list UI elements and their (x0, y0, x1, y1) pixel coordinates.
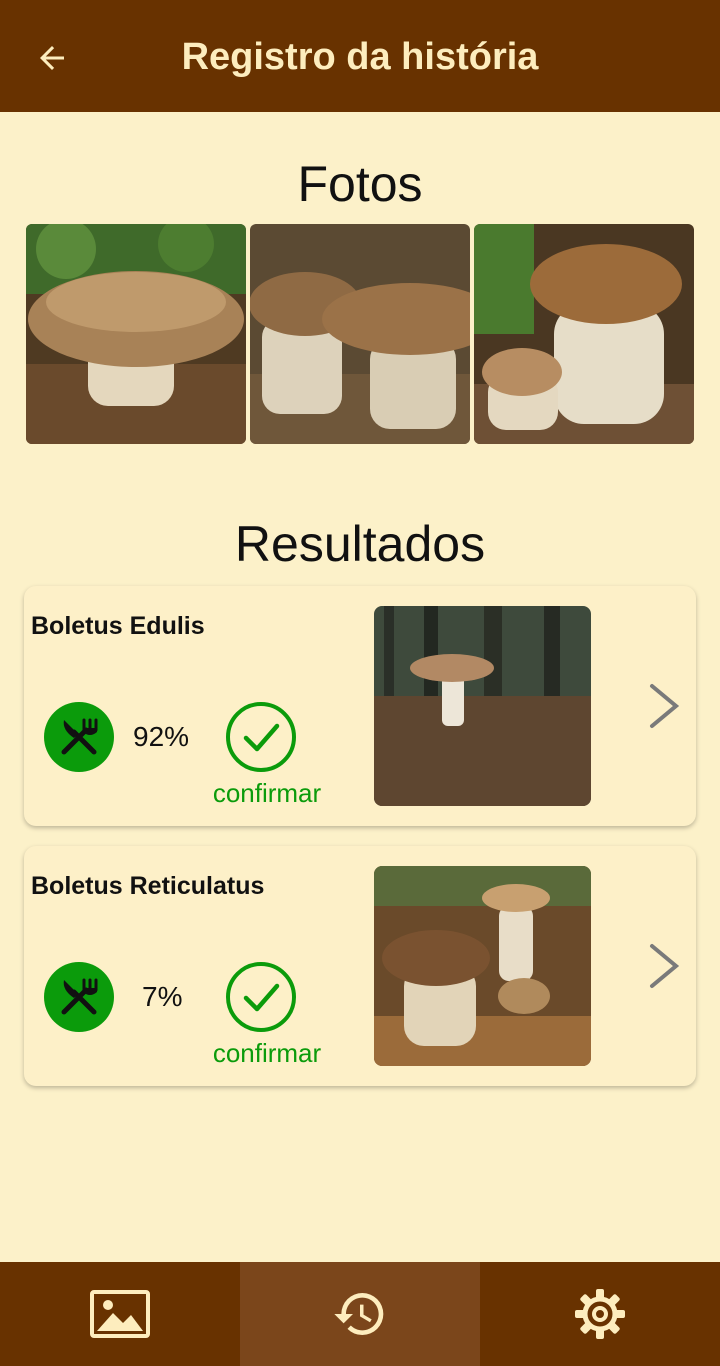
species-name: Boletus Reticulatus (31, 872, 265, 900)
chevron-right-icon[interactable] (644, 682, 684, 730)
results-section-title: Resultados (234, 516, 486, 572)
species-name: Boletus Edulis (31, 612, 205, 640)
fork-knife-icon (44, 702, 114, 772)
photos-section-title: Fotos (297, 156, 423, 212)
match-percentage: 7% (142, 981, 183, 1012)
species-photo (374, 866, 591, 1066)
app-bar: Registro da história (0, 0, 720, 112)
photo-strip (26, 224, 694, 444)
confirm-label: confirmar (212, 778, 322, 808)
history-icon (334, 1293, 384, 1335)
match-percentage: 92% (133, 721, 190, 752)
bottom-navigation (0, 1262, 720, 1366)
nav-history[interactable] (240, 1262, 480, 1366)
image-icon (90, 1290, 150, 1338)
page-title: Registro da história (181, 36, 539, 78)
check-icon (226, 702, 296, 772)
nav-gallery[interactable] (0, 1262, 240, 1366)
nav-settings[interactable] (480, 1262, 720, 1366)
confirm-label: confirmar (212, 1038, 322, 1068)
photo-thumbnail[interactable] (250, 224, 470, 444)
photo-thumbnail[interactable] (474, 224, 694, 444)
check-icon (226, 962, 296, 1032)
species-photo (374, 606, 591, 806)
chevron-right-icon[interactable] (644, 942, 684, 990)
gear-icon (575, 1289, 625, 1339)
fork-knife-icon (44, 962, 114, 1032)
result-card[interactable]: Boletus Reticulatus 7% confirmar (24, 846, 696, 1086)
result-card[interactable]: Boletus Edulis 92% confirmar (24, 586, 696, 826)
photo-thumbnail[interactable] (26, 224, 246, 444)
